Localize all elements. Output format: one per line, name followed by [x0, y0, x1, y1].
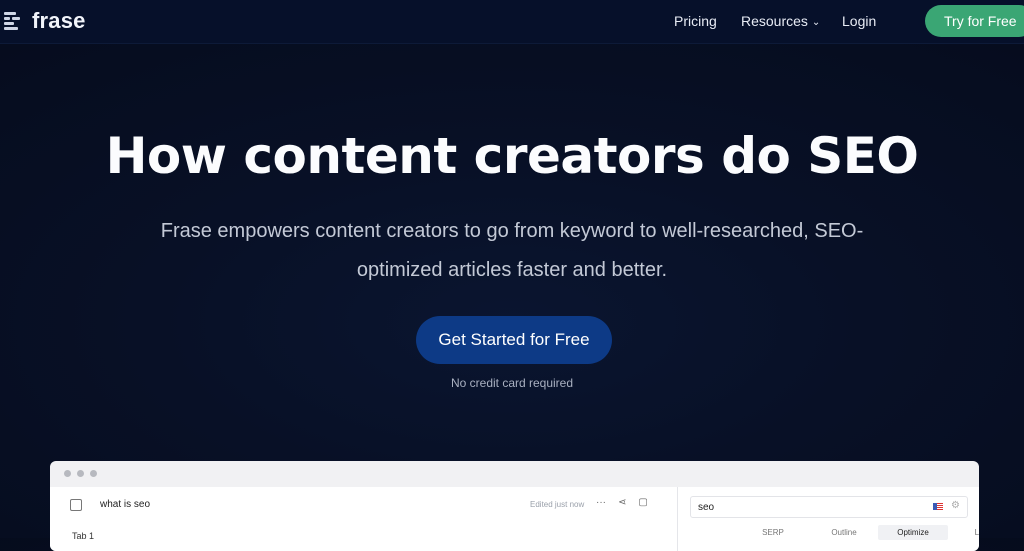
hero-subtitle: Frase empowers content creators to go fr… [140, 212, 884, 290]
editor-tab[interactable]: Tab 1 [72, 531, 94, 541]
nav-link-resources[interactable]: Resources ⌄ [741, 13, 820, 29]
panel-divider [677, 487, 678, 551]
hero-subtitle-line-1: Frase empowers content creators to go fr… [160, 220, 864, 242]
window-dot-icon [64, 470, 71, 477]
brand-logo[interactable]: frase [0, 8, 86, 34]
editor-toolbar: ··· ⋖ ▢ [596, 497, 660, 508]
tab-outline[interactable]: Outline [809, 528, 879, 537]
tab-serp[interactable]: SERP [738, 528, 808, 537]
us-flag-icon[interactable] [933, 503, 943, 510]
window-dot-icon [90, 470, 97, 477]
frase-logo-icon [0, 9, 26, 33]
get-started-button[interactable]: Get Started for Free [416, 316, 612, 364]
sidebar-toggle-icon[interactable] [70, 499, 82, 511]
window-chrome [50, 461, 979, 487]
nav-link-resources-label: Resources [741, 13, 808, 29]
share-icon[interactable]: ⋖ [618, 497, 626, 508]
nav-link-pricing[interactable]: Pricing [674, 13, 717, 29]
keyword-search-input[interactable]: seo ⚙ [690, 496, 968, 518]
document-title[interactable]: what is seo [100, 499, 150, 510]
research-tabs: SERP Outline Optimize Links [685, 525, 979, 541]
no-credit-card-note: No credit card required [450, 376, 574, 390]
edit-status: Edited just now [530, 500, 585, 509]
chevron-down-icon: ⌄ [811, 17, 821, 28]
app-body: what is seo Edited just now ··· ⋖ ▢ Tab 1 … [50, 487, 979, 551]
settings-icon[interactable]: ⚙ [951, 500, 960, 511]
window-dot-icon [77, 470, 84, 477]
search-query: seo [698, 502, 715, 513]
try-for-free-button[interactable]: Try for Free [925, 5, 1024, 37]
hero-title: How content creators do SEO [105, 127, 919, 185]
hero-subtitle-line-2: optimized articles faster and better. [356, 259, 668, 281]
nav-link-login[interactable]: Login [842, 13, 876, 29]
more-options-icon[interactable]: ··· [596, 497, 606, 508]
top-nav: frase Pricing Resources ⌄ Login Try for F… [0, 0, 1024, 44]
panel-toggle-icon[interactable]: ▢ [638, 497, 647, 508]
brand-name: frase [32, 8, 86, 33]
tab-links[interactable]: Links [949, 528, 979, 537]
